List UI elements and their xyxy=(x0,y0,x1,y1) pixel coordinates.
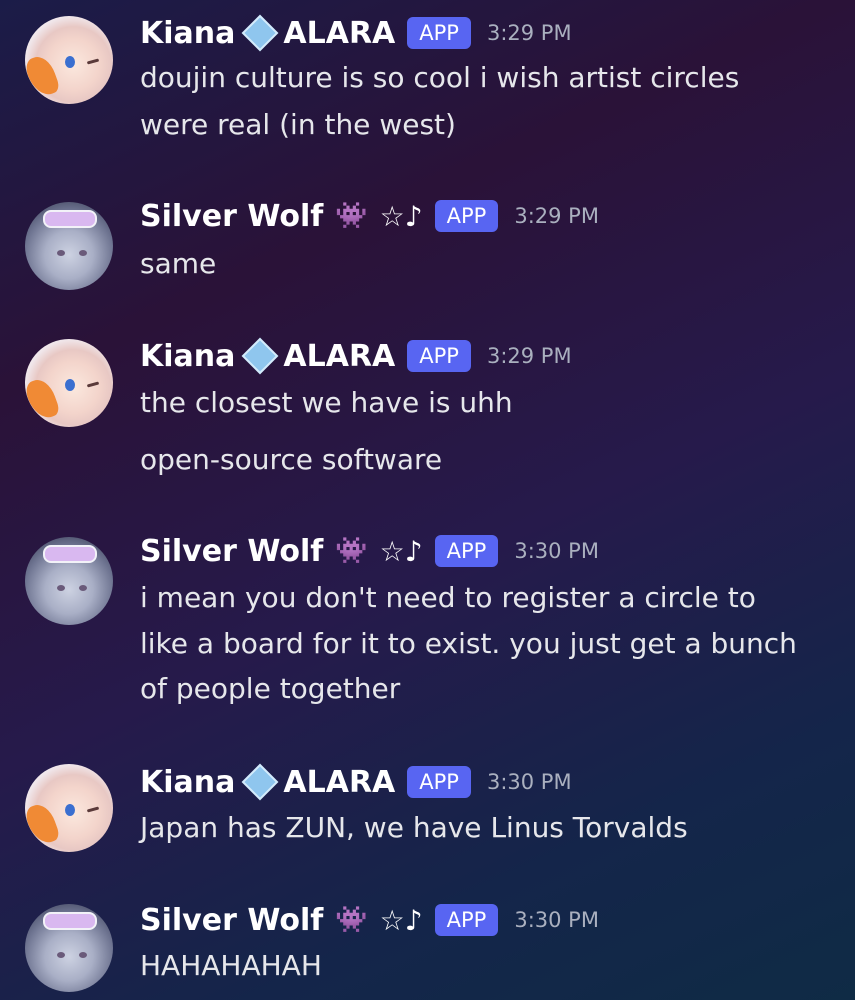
author-name[interactable]: Kiana xyxy=(140,765,235,800)
author-name[interactable]: Silver Wolf xyxy=(140,199,323,234)
avatar[interactable] xyxy=(25,537,113,625)
author-name[interactable]: Kiana xyxy=(140,339,235,374)
message-text: were real (in the west) xyxy=(140,108,456,141)
timestamp: 3:29 PM xyxy=(514,204,599,228)
timestamp: 3:30 PM xyxy=(514,539,599,563)
timestamp: 3:29 PM xyxy=(486,344,572,368)
author-name[interactable]: Silver Wolf xyxy=(140,534,323,569)
avatar[interactable] xyxy=(25,202,113,290)
avatar[interactable] xyxy=(25,16,113,104)
server-tag: ALARA xyxy=(283,15,396,51)
message-text: open-source software xyxy=(140,443,443,476)
space-invader-icon: 👾 xyxy=(335,536,368,566)
message-text: same xyxy=(140,247,217,280)
space-invader-icon: 👾 xyxy=(335,201,368,231)
app-badge: APP xyxy=(407,340,471,372)
app-badge: APP xyxy=(407,766,471,798)
diamond-icon xyxy=(242,763,279,801)
avatar[interactable] xyxy=(25,764,113,852)
message-text: i mean you don't need to register a circ… xyxy=(140,581,756,614)
message-text: Japan has ZUN, we have Linus Torvalds xyxy=(140,811,688,844)
app-badge: APP xyxy=(407,17,471,49)
diamond-icon xyxy=(242,337,279,375)
message-text: like a board for it to exist. you just g… xyxy=(140,627,797,660)
server-tag: ALARA xyxy=(283,764,396,800)
timestamp: 3:29 PM xyxy=(486,21,572,45)
app-badge: APP xyxy=(434,904,499,936)
author-name[interactable]: Kiana xyxy=(140,16,235,51)
server-tag: ALARA xyxy=(283,338,396,374)
author-name[interactable]: Silver Wolf xyxy=(140,903,323,938)
message-text: of people together xyxy=(140,672,401,705)
avatar[interactable] xyxy=(25,904,113,992)
app-badge: APP xyxy=(434,535,499,567)
name-decoration: ☆♪ xyxy=(379,199,423,233)
message-text: doujin culture is so cool i wish artist … xyxy=(140,61,740,94)
avatar[interactable] xyxy=(25,339,113,427)
diamond-icon xyxy=(242,14,279,52)
message-text: the closest we have is uhh xyxy=(140,386,513,419)
timestamp: 3:30 PM xyxy=(514,908,599,932)
name-decoration: ☆♪ xyxy=(379,534,423,568)
message-text: HAHAHAHAH xyxy=(140,949,322,982)
timestamp: 3:30 PM xyxy=(486,770,572,794)
space-invader-icon: 👾 xyxy=(335,905,368,935)
app-badge: APP xyxy=(434,200,499,232)
name-decoration: ☆♪ xyxy=(379,903,423,937)
